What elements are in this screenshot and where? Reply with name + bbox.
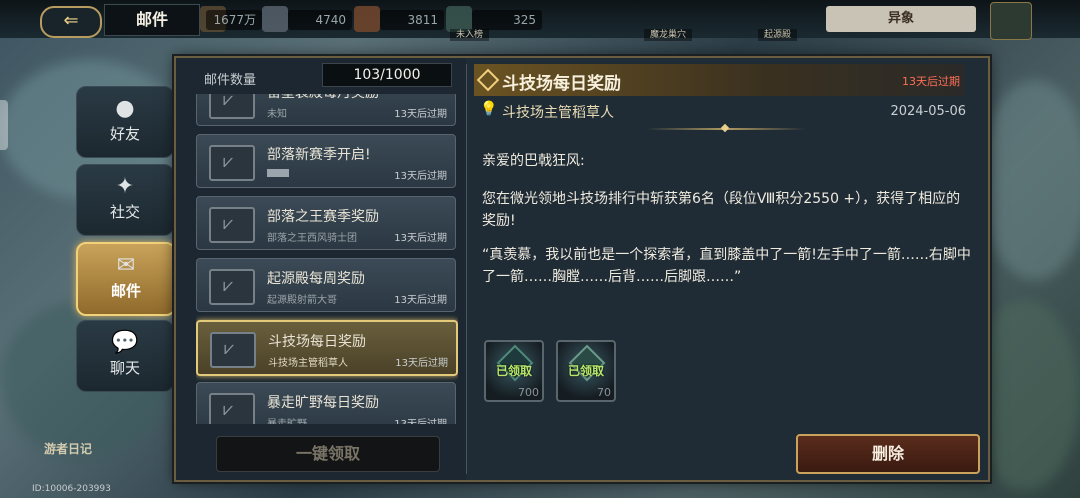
reward-status: 已领取 (567, 364, 604, 378)
envelope-icon: ⩗ (209, 269, 255, 305)
mail-item-selected[interactable]: ⩗ 斗技场每日奖励 斗技场主管稻草人 13天后过期 (196, 320, 458, 376)
social-icon: ✦ (115, 174, 135, 199)
corner-label: 游者日记 (44, 442, 93, 456)
background-shape (980, 80, 1080, 280)
resource-scroll: 3811 (380, 10, 444, 30)
tab-label: 聊天 (109, 359, 140, 377)
mail-sender: 未知 (267, 109, 287, 120)
mail-title: 起源殿每周奖励 (267, 271, 365, 287)
chat-icon: 💬 (111, 330, 139, 355)
resource-crystal: 4740 (288, 10, 352, 30)
mail-title: 斗技场每日奖励 (268, 334, 366, 350)
scroll-icon (354, 6, 380, 32)
tab-chat[interactable]: 💬 聊天 (76, 320, 174, 392)
reward-status: 已领取 (495, 364, 532, 378)
mail-list[interactable]: ⩗ 宙星袭殿每月奖励 未知 13天后过期 ⩗ 部落新赛季开启! 13天后过期 ⩗… (196, 94, 458, 424)
mail-detail-sender: 斗技场主管稻草人 (502, 105, 614, 121)
envelope-icon: ⩗ (209, 145, 255, 181)
mail-title: 宙星袭殿每月奖励 (267, 94, 379, 102)
tab-social[interactable]: ✦ 社交 (76, 164, 174, 236)
tower-icon[interactable] (990, 2, 1032, 40)
mail-title: 暴走旷野每日奖励 (267, 395, 379, 411)
mail-title: 部落新赛季开启! (267, 147, 371, 163)
mail-expiry: 13天后过期 (394, 109, 447, 120)
mail-sender: 部落之王西风骑士团 (267, 233, 357, 244)
mail-greeting: 亲爱的巴戟狂风: (482, 153, 585, 169)
tab-label: 好友 (109, 125, 140, 143)
resource-gold: 1677万 (206, 10, 262, 30)
crystal-icon (262, 6, 288, 32)
mail-item[interactable]: ⩗ 暴走旷野每日奖励 暴走旷野 13天后过期 (196, 382, 456, 424)
reward-count: 70 (597, 386, 611, 399)
mail-paragraph: 您在微光领地斗技场排行中斩获第6名（段位Ⅷ积分2550 +），获得了相应的奖励! (482, 191, 961, 229)
mail-item[interactable]: ⩗ 部落之王赛季奖励 部落之王西风骑士团 13天后过期 (196, 196, 456, 250)
diamond-icon (476, 68, 500, 92)
dragon-nest-label: 魔龙巢穴 (644, 29, 693, 41)
mail-expiry: 13天后过期 (395, 358, 448, 369)
reward-count: 700 (518, 386, 539, 399)
mail-detail-header: 斗技场每日奖励 13天后过期 (474, 64, 964, 96)
mail-panel: 邮件数量 103/1000 ⩗ 宙星袭殿每月奖励 未知 13天后过期 ⩗ 部落新… (174, 56, 990, 482)
pane-divider (466, 64, 467, 474)
mail-sender-redacted (267, 169, 289, 177)
envelope-icon: ⩗ (209, 207, 255, 243)
mail-detail-expiry: 13天后过期 (902, 75, 960, 88)
friends-icon: ● (115, 96, 135, 121)
tab-friends[interactable]: ● 好友 (76, 86, 174, 158)
mail-item[interactable]: ⩗ 宙星袭殿每月奖励 未知 13天后过期 (196, 94, 456, 126)
envelope-icon: ⩗ (210, 332, 256, 368)
mail-detail-title: 斗技场每日奖励 (502, 74, 621, 94)
bulb-icon: 💡 (480, 101, 498, 117)
mail-detail-date: 2024-05-06 (890, 104, 966, 119)
divider-ornament-dot (720, 123, 730, 133)
mail-item[interactable]: ⩗ 起源殿每周奖励 起源殿射箭大哥 13天后过期 (196, 258, 456, 312)
mail-sender: 起源殿射箭大哥 (267, 295, 337, 306)
mail-sender: 暴走旷野 (267, 415, 307, 424)
rank-label: 未入榜 (450, 29, 490, 41)
back-button[interactable]: ⇐ (40, 6, 102, 38)
mail-quote: “真羡慕，我以前也是一个探索者，直到膝盖中了一箭!左手中了一箭……右脚中了一箭…… (482, 247, 971, 285)
tab-label: 社交 (109, 203, 140, 221)
side-handle[interactable] (0, 100, 8, 150)
mail-count-value: 103/1000 (322, 63, 452, 87)
mail-expiry: 13天后过期 (394, 295, 447, 306)
mail-sender: 斗技场主管稻草人 (268, 358, 348, 369)
mail-icon: ✉ (116, 253, 136, 278)
tab-label: 邮件 (110, 282, 141, 300)
player-id: ID:10006-203993 (32, 484, 111, 494)
resource-book: 325 (472, 10, 542, 30)
delete-button[interactable]: 删除 (796, 434, 980, 474)
envelope-icon: ⩗ (209, 94, 255, 119)
top-bar: ⇐ 邮件 1677万 4740 3811 325 异象 (0, 0, 1080, 40)
claim-all-button[interactable]: 一键领取 (216, 436, 440, 472)
mail-expiry: 13天后过期 (394, 171, 447, 182)
tab-mail[interactable]: ✉ 邮件 (76, 242, 176, 316)
reward-item[interactable]: 已领取 700 (484, 340, 544, 402)
mail-item[interactable]: ⩗ 部落新赛季开启! 13天后过期 (196, 134, 456, 188)
mail-expiry: 13天后过期 (394, 233, 447, 244)
reward-item[interactable]: 已领取 70 (556, 340, 616, 402)
mail-title: 部落之王赛季奖励 (267, 209, 379, 225)
mail-count-label: 邮件数量 (204, 73, 257, 88)
mail-expiry: 13天后过期 (394, 415, 447, 424)
origin-hall-label: 起源殿 (758, 29, 798, 41)
page-title: 邮件 (104, 4, 200, 36)
anomaly-button[interactable]: 异象 (826, 6, 976, 32)
envelope-icon: ⩗ (209, 393, 255, 424)
